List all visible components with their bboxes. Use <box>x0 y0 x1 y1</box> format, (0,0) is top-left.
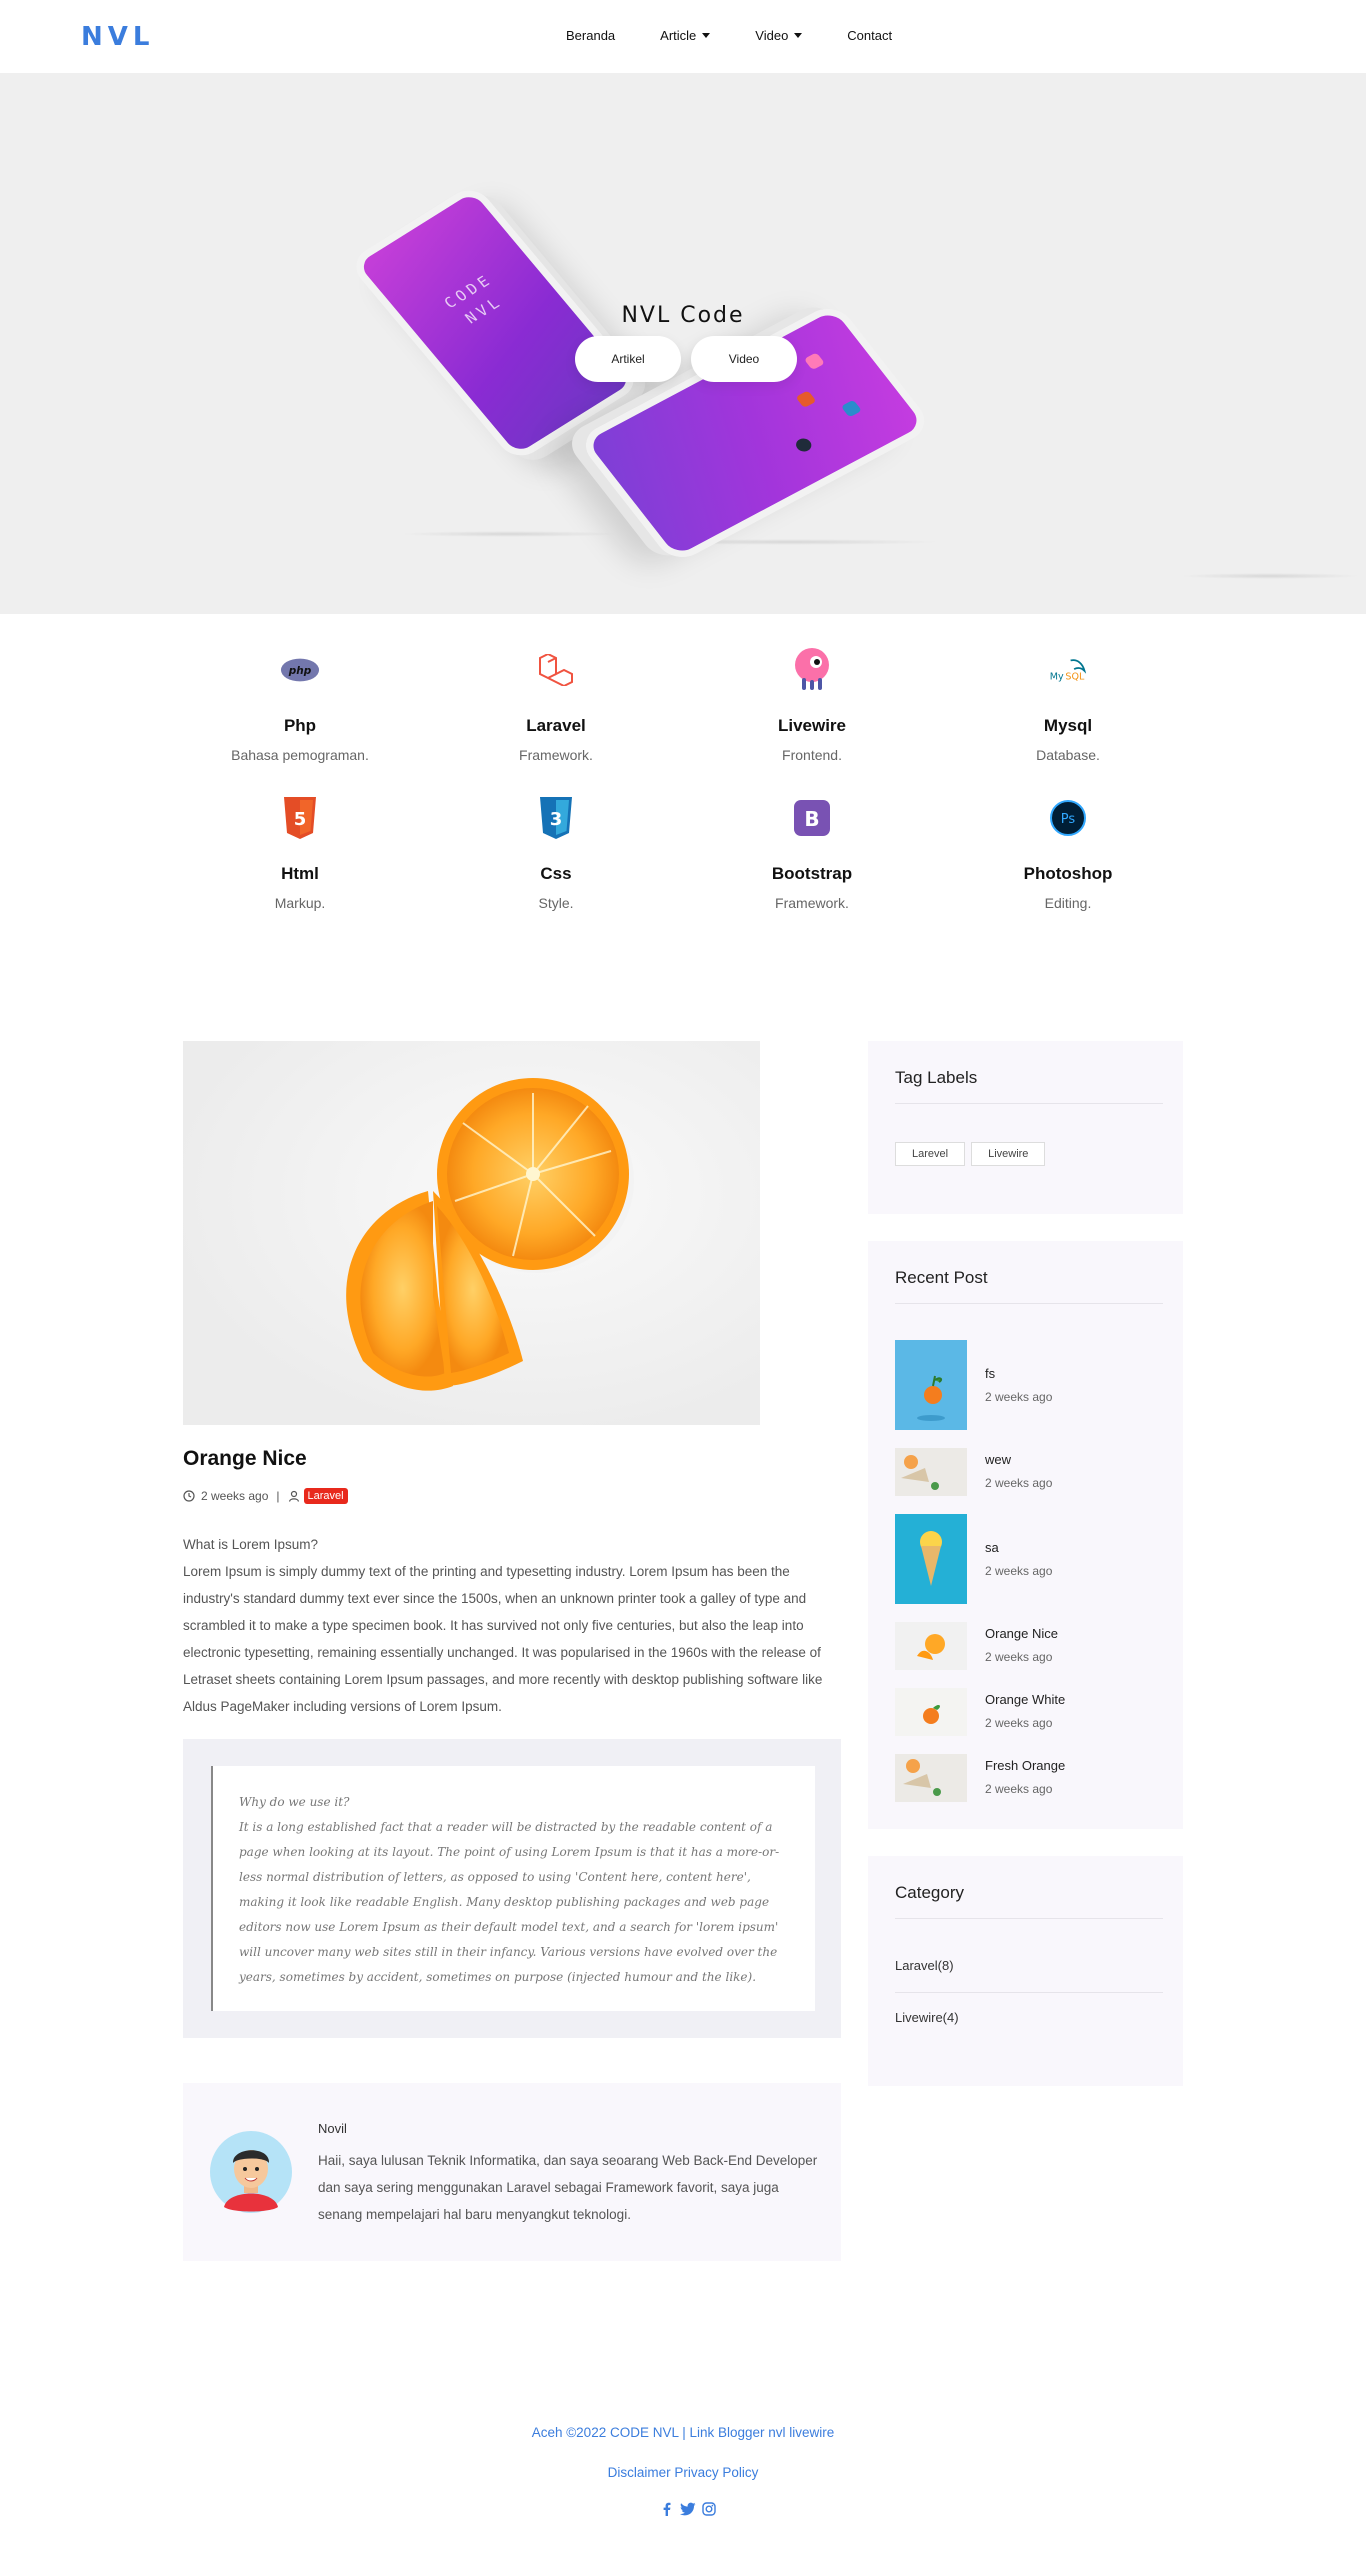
quote-heading: Why do we use it? <box>239 1795 350 1809</box>
quote-body: It is a long established fact that a rea… <box>239 1820 780 1984</box>
category-title: Category <box>895 1883 964 1902</box>
recent-post-thumbnail <box>895 1622 967 1670</box>
svg-text:php: php <box>288 665 312 677</box>
hero-shadow <box>1180 573 1360 579</box>
svg-text:B: B <box>804 807 819 831</box>
skill-mysql: My SQL Mysql Database. <box>948 650 1188 763</box>
author-name: Novil <box>318 2121 347 2136</box>
skill-html: 5 Html Markup. <box>180 797 420 911</box>
category-card: Category Laravel(8) Livewire(4) <box>868 1856 1183 2086</box>
user-icon <box>288 1490 299 1502</box>
footer-links[interactable]: Disclaimer Privacy Policy <box>0 2465 1366 2480</box>
svg-text:My: My <box>1050 672 1064 683</box>
divider <box>895 1303 1163 1304</box>
footer-copyright[interactable]: Aceh ©2022 CODE NVL | Link Blogger nvl l… <box>0 2425 1366 2440</box>
recent-post-thumbnail <box>895 1514 967 1604</box>
post-time: 2 weeks ago <box>201 1489 269 1503</box>
tag-list: Larevel Livewire <box>895 1142 1051 1166</box>
post-featured-image <box>183 1041 760 1425</box>
recent-post-thumbnail <box>895 1448 967 1496</box>
avatar <box>210 2131 292 2213</box>
recent-post-thumbnail <box>895 1688 967 1736</box>
category-item-laravel[interactable]: Laravel(8) <box>895 1958 1163 1973</box>
laravel-icon <box>536 650 576 690</box>
app-icon <box>840 399 862 418</box>
nav-item-beranda[interactable]: Beranda <box>566 28 615 43</box>
recent-post-item[interactable]: fs 2 weeks ago <box>895 1340 1052 1430</box>
site-logo[interactable]: NVL <box>81 22 154 52</box>
photoshop-icon: Ps <box>1048 798 1088 838</box>
nav-item-video[interactable]: Video <box>755 28 803 43</box>
top-navbar: NVL Beranda Article Video Contact <box>0 0 1366 73</box>
instagram-icon[interactable] <box>702 2502 716 2516</box>
tag-labels-card: Tag Labels Larevel Livewire <box>868 1041 1183 1214</box>
divider <box>895 1103 1163 1104</box>
hero-shadow <box>400 531 620 537</box>
category-item-livewire[interactable]: Livewire(4) <box>895 2010 1163 2025</box>
post-paragraph: Lorem Ipsum is simply dummy text of the … <box>183 1564 823 1714</box>
caret-down-icon <box>702 33 711 38</box>
bootstrap-icon: B <box>792 798 832 838</box>
svg-text:5: 5 <box>294 809 307 830</box>
tag-larevel[interactable]: Larevel <box>895 1142 966 1166</box>
recent-post-thumbnail <box>895 1340 967 1430</box>
skill-css: 3 Css Style. <box>436 797 676 911</box>
css3-icon: 3 <box>536 797 576 839</box>
social-links <box>660 2502 716 2516</box>
recent-post-item[interactable]: sa 2 weeks ago <box>895 1514 1052 1604</box>
artikel-button[interactable]: Artikel <box>575 336 681 382</box>
hero-buttons: Artikel Video <box>575 336 797 382</box>
livewire-icon <box>792 648 832 690</box>
blockquote-container: Why do we use it? It is a long establish… <box>183 1739 841 2038</box>
mysql-icon: My SQL <box>1048 650 1088 690</box>
post-meta: 2 weeks ago | Laravel <box>183 1488 348 1504</box>
recent-post-item[interactable]: Fresh Orange 2 weeks ago <box>895 1754 1065 1802</box>
tag-labels-title: Tag Labels <box>895 1068 978 1087</box>
hero-section: CODE NVL NVL Code Artikel Video <box>0 73 1366 614</box>
recent-post-item[interactable]: Orange Nice 2 weeks ago <box>895 1622 1058 1670</box>
recent-post-title: Recent Post <box>895 1268 988 1287</box>
hero-title: NVL Code <box>621 303 745 328</box>
divider <box>895 1992 1163 1993</box>
nav-menu: Beranda Article Video Contact <box>566 28 937 43</box>
divider <box>895 1918 1163 1919</box>
html5-icon: 5 <box>280 797 320 839</box>
recent-post-item[interactable]: Orange White 2 weeks ago <box>895 1688 1065 1736</box>
tag-livewire[interactable]: Livewire <box>971 1142 1046 1166</box>
skill-php: php Php Bahasa pemograman. <box>180 650 420 763</box>
video-button[interactable]: Video <box>691 336 797 382</box>
app-icon <box>793 436 815 454</box>
clock-icon <box>183 1490 195 1502</box>
skill-bootstrap: B Bootstrap Framework. <box>692 798 932 911</box>
skill-livewire: Livewire Frontend. <box>692 648 932 763</box>
twitter-icon[interactable] <box>680 2502 696 2516</box>
blockquote: Why do we use it? It is a long establish… <box>211 1766 815 2011</box>
svg-text:Ps: Ps <box>1061 812 1076 827</box>
svg-text:SQL: SQL <box>1065 672 1085 683</box>
post-tag-badge[interactable]: Laravel <box>303 1488 348 1504</box>
caret-down-icon <box>794 33 803 38</box>
recent-post-item[interactable]: wew 2 weeks ago <box>895 1448 1052 1496</box>
post-body: What is Lorem Ipsum? Lorem Ipsum is simp… <box>183 1531 833 1720</box>
author-bio: Haii, saya lulusan Teknik Informatika, d… <box>318 2153 818 2222</box>
skill-photoshop: Ps Photoshop Editing. <box>948 798 1188 911</box>
nav-item-contact[interactable]: Contact <box>847 28 892 43</box>
post-title: Orange Nice <box>183 1447 307 1470</box>
app-icon <box>803 352 826 371</box>
post-heading: What is Lorem Ipsum? <box>183 1537 319 1552</box>
nav-item-article[interactable]: Article <box>660 28 711 43</box>
recent-post-thumbnail <box>895 1754 967 1802</box>
skill-laravel: Laravel Framework. <box>436 650 676 763</box>
facebook-icon[interactable] <box>660 2502 674 2516</box>
svg-text:3: 3 <box>550 809 563 830</box>
php-icon: php <box>280 650 320 690</box>
recent-post-card: Recent Post fs 2 weeks ago wew 2 weeks ago… <box>868 1241 1183 1829</box>
app-icon <box>795 390 817 409</box>
author-box: Novil Haii, saya lulusan Teknik Informat… <box>183 2083 841 2261</box>
meta-separator: | <box>276 1489 280 1503</box>
